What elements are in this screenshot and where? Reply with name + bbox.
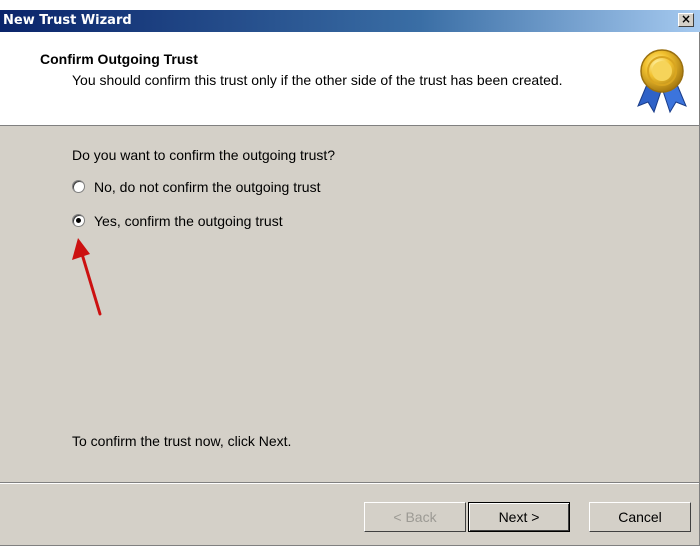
question-label: Do you want to confirm the outgoing trus… [72,147,336,163]
next-button[interactable]: Next > [468,502,570,532]
cancel-button[interactable]: Cancel [589,502,691,532]
instruction-label: To confirm the trust now, click Next. [72,433,292,449]
page-title: Confirm Outgoing Trust [40,51,198,67]
close-button[interactable]: × [678,13,694,27]
radio-label-no[interactable]: No, do not confirm the outgoing trust [94,179,320,195]
radio-selected-dot [76,218,81,223]
close-icon: × [680,12,692,26]
red-arrow-icon [72,238,102,316]
title-bar[interactable]: New Trust Wizard × [0,10,700,32]
window-title: New Trust Wizard [3,13,132,28]
wizard-header: Confirm Outgoing Trust You should confir… [0,32,699,126]
award-ribbon-icon [637,49,687,114]
radio-label-yes[interactable]: Yes, confirm the outgoing trust [94,213,283,229]
radio-button-no[interactable] [72,180,85,193]
radio-button-yes[interactable] [72,214,85,227]
back-button[interactable]: < Back [364,502,466,532]
footer-divider [0,482,699,484]
page-subtitle: You should confirm this trust only if th… [72,72,563,88]
wizard-window: New Trust Wizard × Confirm Outgoing Trus… [0,0,700,546]
top-strip [0,0,700,10]
